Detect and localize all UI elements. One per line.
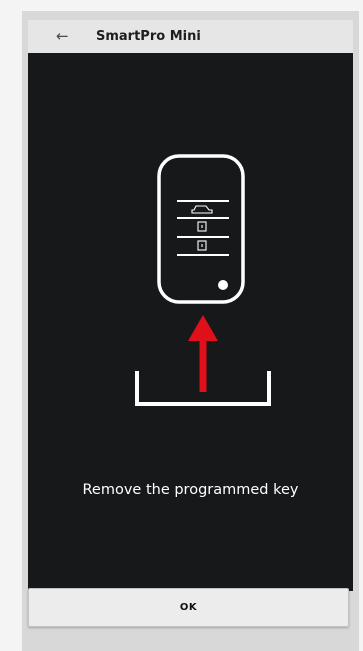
- back-arrow-icon[interactable]: ←: [56, 29, 76, 44]
- instruction-screen: Remove the programmed key: [28, 53, 353, 591]
- app-title: SmartPro Mini: [96, 29, 201, 44]
- instruction-message: Remove the programmed key: [82, 482, 299, 498]
- up-arrow-icon: [188, 315, 218, 392]
- led-dot: [218, 280, 228, 290]
- unlock-icon: [197, 240, 207, 251]
- key-fob-icon: [157, 154, 245, 304]
- ok-button[interactable]: OK: [28, 588, 349, 627]
- key-removal-illustration: [135, 154, 271, 406]
- app-bar: ← SmartPro Mini: [28, 20, 353, 53]
- lock-icon: [197, 221, 207, 232]
- car-icon: [191, 205, 213, 214]
